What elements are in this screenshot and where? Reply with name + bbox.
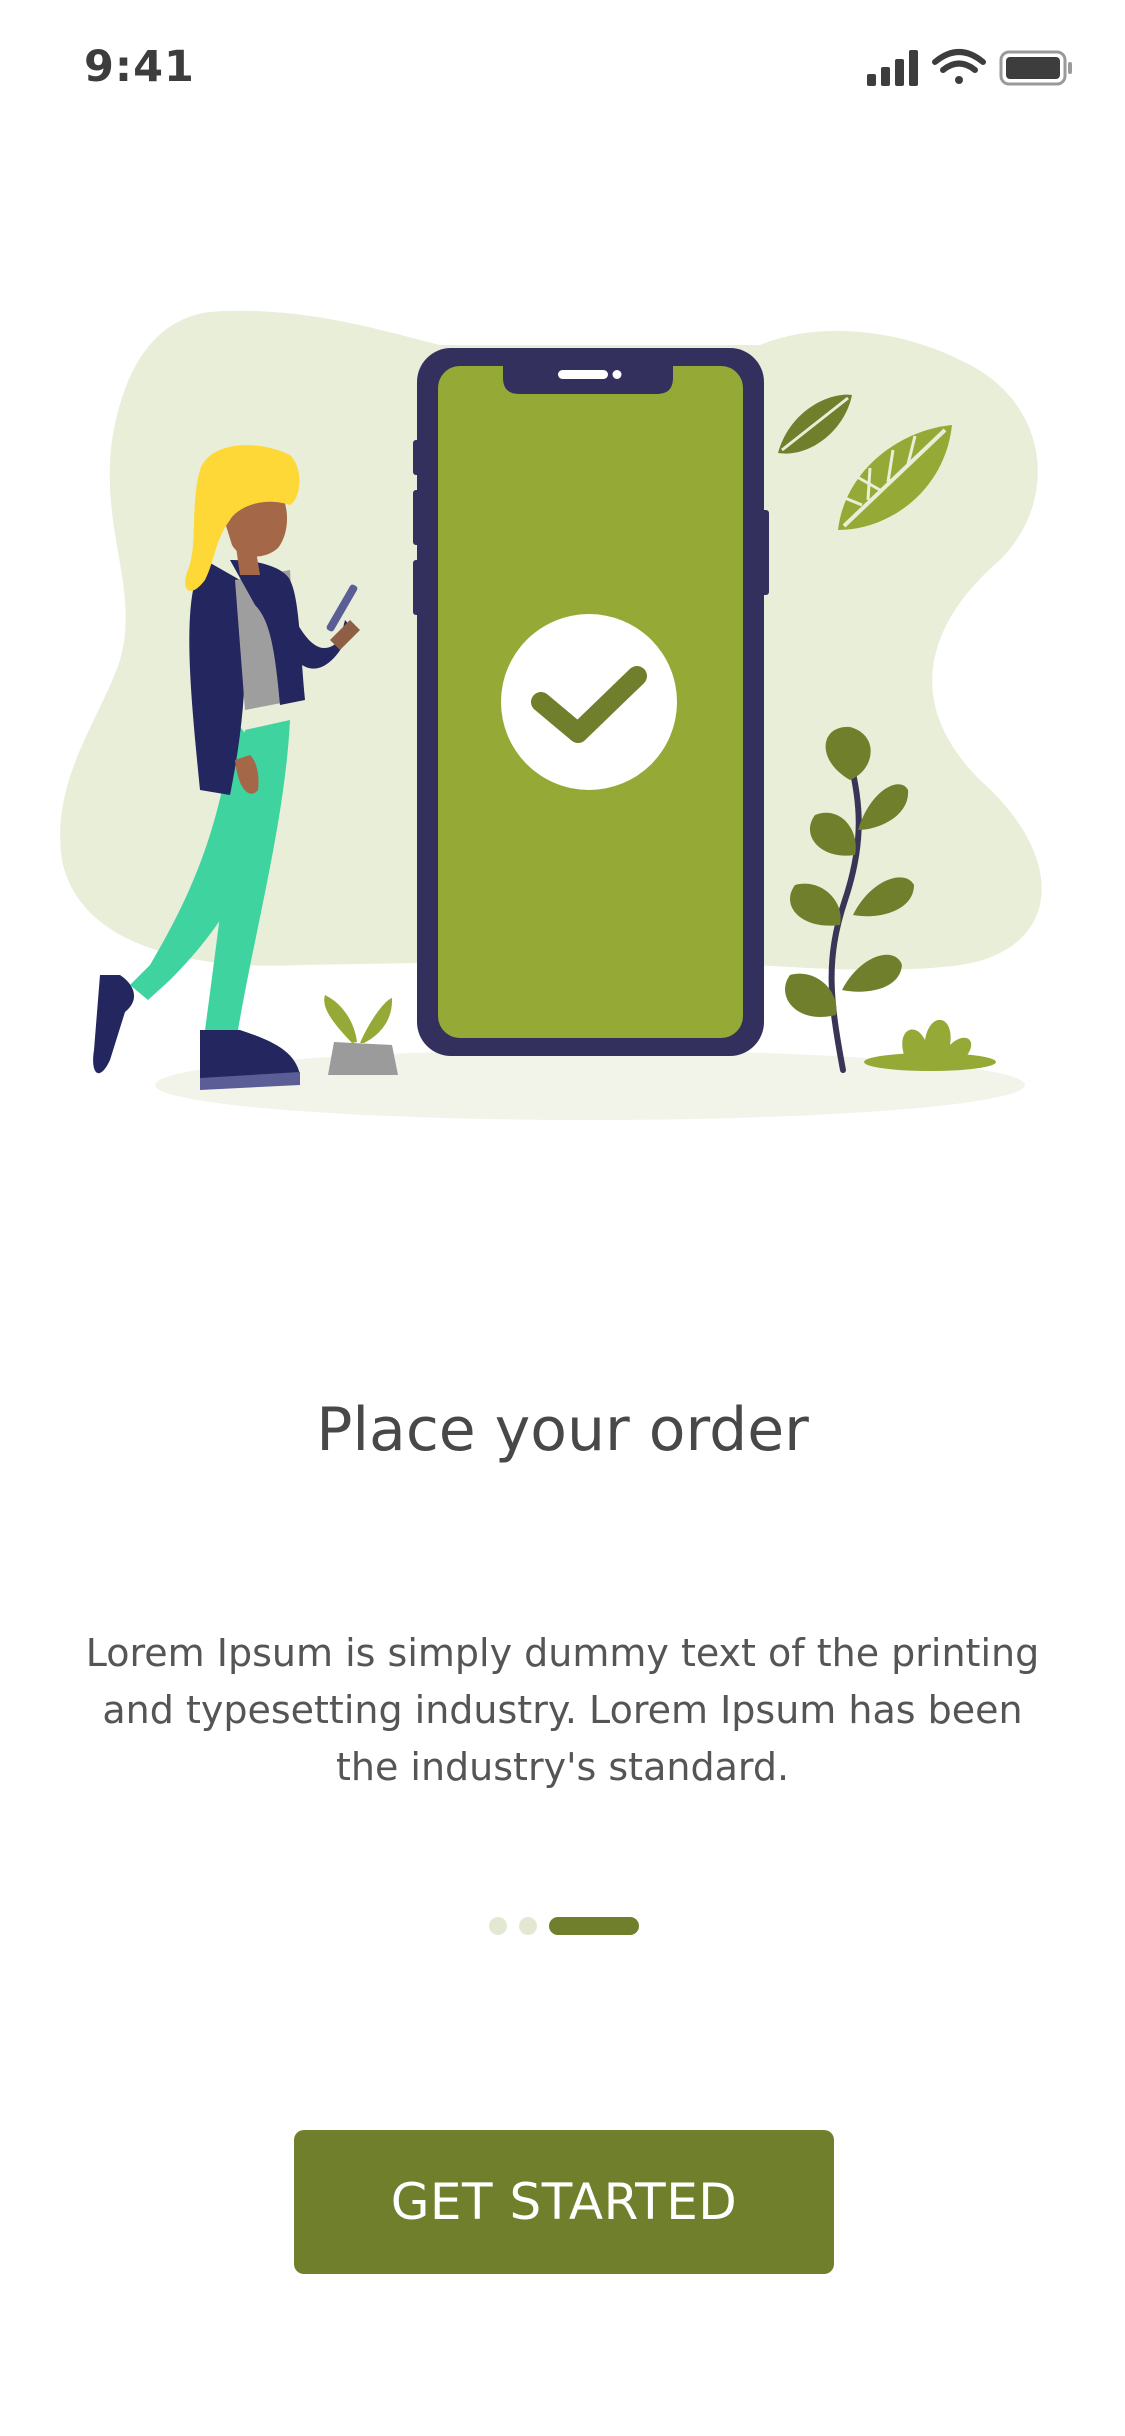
page-indicator-dot-1[interactable] <box>489 1917 507 1935</box>
rock-sprout-decoration <box>324 995 398 1075</box>
page-indicator-dot-3-active[interactable] <box>549 1917 639 1935</box>
battery-icon <box>999 50 1072 86</box>
phone-illustration <box>413 348 769 1056</box>
onboarding-illustration <box>60 310 1042 1120</box>
wifi-icon <box>932 49 986 84</box>
cellular-signal-icon <box>867 50 918 86</box>
page-description: Lorem Ipsum is simply dummy text of the … <box>85 1631 1040 1789</box>
page-title: Place your order <box>316 1395 809 1465</box>
status-bar: 9:41 <box>0 0 1125 140</box>
get-started-button[interactable]: GET STARTED <box>294 2130 834 2274</box>
status-icons <box>867 49 1072 86</box>
check-circle-icon <box>501 614 677 790</box>
status-time: 9:41 <box>84 42 195 92</box>
page-indicator-dot-2[interactable] <box>519 1917 537 1935</box>
page-indicator <box>489 1916 639 1936</box>
